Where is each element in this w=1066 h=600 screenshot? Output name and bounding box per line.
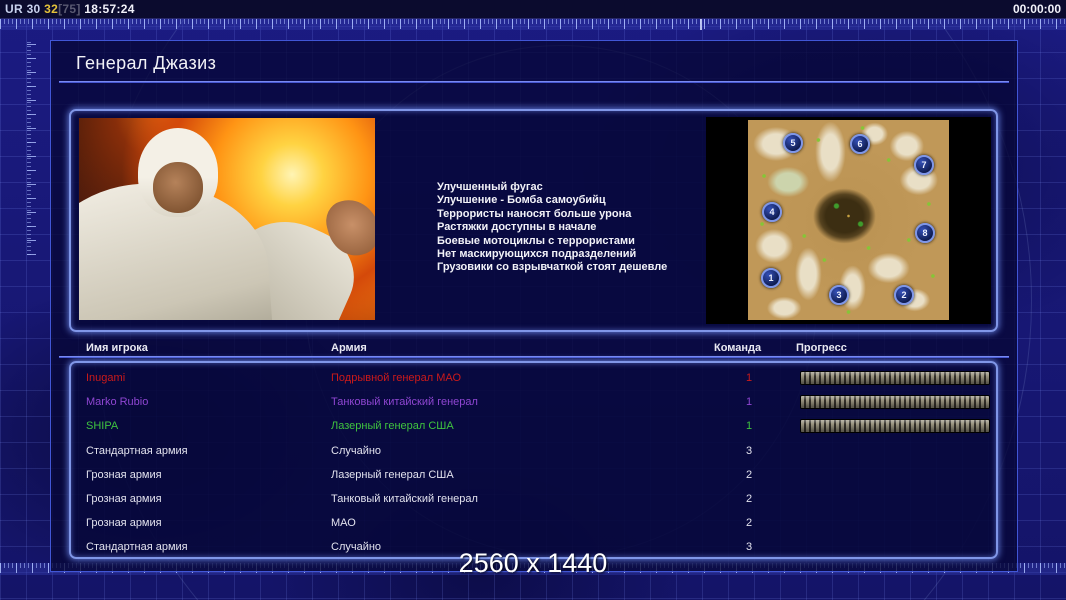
- player-team: 2: [745, 493, 753, 505]
- start-position-marker: 4: [762, 202, 782, 222]
- ability-line: Террористы наносят больше урона: [437, 207, 632, 220]
- player-army: Случайно: [331, 444, 382, 457]
- ruler-center-mark: [700, 19, 702, 30]
- player-name: Inugami: [86, 372, 126, 384]
- start-position-marker: 6: [850, 134, 870, 154]
- performance-readout: UR 30 32[75] 18:57:24: [0, 2, 135, 16]
- ruler-left: [27, 40, 37, 255]
- player-team: 1: [745, 372, 753, 384]
- general-info-panel: Улучшенный фугас Улучшение - Бомба самоуб…: [69, 109, 998, 332]
- fps-max-value: [75]: [58, 2, 81, 16]
- player-row: Грозная армия МАО 2: [73, 511, 994, 535]
- header-army: Армия: [331, 342, 367, 354]
- clock: 18:57:24: [84, 2, 135, 16]
- start-position-marker: 2: [894, 285, 914, 305]
- start-position-marker: 5: [783, 133, 803, 153]
- abilities-list: Улучшенный фугас Улучшение - Бомба самоуб…: [437, 181, 667, 275]
- player-army: Подрывной генерал МАО: [331, 372, 462, 384]
- resolution-label: 2560 x 1440: [458, 548, 608, 578]
- ability-line: Улучшенный фугас: [437, 181, 543, 193]
- loading-screen: UR 30 32[75] 18:57:24 00:00:00 Генерал Д…: [0, 0, 1066, 600]
- player-name: Грозная армия: [86, 517, 162, 530]
- player-team: 1: [745, 420, 753, 433]
- player-team: 1: [745, 396, 753, 409]
- ability-line: Боевые мотоциклы с террористами: [437, 234, 635, 247]
- progress-bar: [800, 419, 990, 434]
- progress-bar: [800, 371, 990, 385]
- player-name: Грозная армия: [86, 468, 162, 481]
- ruler-top: [0, 19, 1066, 30]
- perf-label: UR 30: [5, 2, 41, 16]
- progress-bar: [800, 395, 990, 410]
- player-army: Танковый китайский генерал: [331, 493, 478, 505]
- header-player-name: Имя игрока: [86, 342, 148, 354]
- ability-line: Грузовики со взрывчаткой стоят дешевле: [437, 261, 668, 274]
- start-position-marker: 8: [915, 223, 935, 243]
- start-position-marker: 7: [914, 155, 934, 175]
- map-image: [748, 120, 949, 320]
- fps-value: 32: [44, 2, 59, 16]
- player-team: 2: [745, 517, 753, 530]
- ability-line: Растяжки доступны в начале: [437, 221, 597, 234]
- start-position-marker: 3: [829, 285, 849, 305]
- player-row: SHIPA Лазерный генерал США 1: [73, 414, 994, 438]
- player-army: Лазерный генерал США: [331, 420, 454, 433]
- player-name: Стандартная армия: [86, 444, 188, 457]
- player-army: МАО: [331, 517, 356, 530]
- progress-bar-fill: [801, 372, 989, 384]
- map-preview: 1 2 3 4 5 6 7 8: [706, 117, 991, 324]
- player-row: Грозная армия Лазерный генерал США 2: [73, 463, 994, 487]
- ability-line: Улучшение - Бомба самоубийц: [437, 194, 606, 207]
- general-portrait: [79, 118, 375, 320]
- players-table: Inugami Подрывной генерал МАО 1 Marko Rubio…: [69, 361, 998, 559]
- top-status-bar: UR 30 32[75] 18:57:24 00:00:00: [0, 0, 1066, 19]
- ability-line: Нет маскирующихся подразделений: [437, 248, 637, 261]
- player-name: Грозная армия: [86, 493, 162, 505]
- title-divider: [59, 81, 1009, 83]
- player-row: Inugami Подрывной генерал МАО 1: [73, 366, 994, 390]
- progress-bar-fill: [801, 420, 989, 433]
- player-name: SHIPA: [86, 420, 119, 433]
- player-row: Стандартная армия Случайно 3: [73, 439, 994, 463]
- match-timer: 00:00:00: [1012, 2, 1061, 16]
- header-team: Команда: [714, 342, 762, 354]
- header-divider: [59, 356, 1009, 358]
- main-panel: Генерал Джазиз Улучшенный фугас Улучшение…: [50, 40, 1018, 572]
- player-army: Танковый китайский генерал: [331, 396, 478, 409]
- progress-bar-fill: [801, 396, 989, 409]
- portrait-face: [153, 162, 204, 213]
- player-row: Грозная армия Танковый китайский генерал 2: [73, 487, 994, 511]
- player-name: Marko Rubio: [86, 396, 149, 409]
- players-rows: Inugami Подрывной генерал МАО 1 Marko Rubio…: [73, 365, 994, 555]
- player-team: 2: [745, 468, 753, 481]
- start-position-marker: 1: [761, 268, 781, 288]
- player-army: Лазерный генерал США: [331, 468, 454, 481]
- header-progress: Прогресс: [796, 342, 847, 354]
- page-title: Генерал Джазиз: [76, 53, 217, 73]
- player-row: Marko Rubio Танковый китайский генерал 1: [73, 390, 994, 414]
- player-team: 3: [745, 444, 753, 457]
